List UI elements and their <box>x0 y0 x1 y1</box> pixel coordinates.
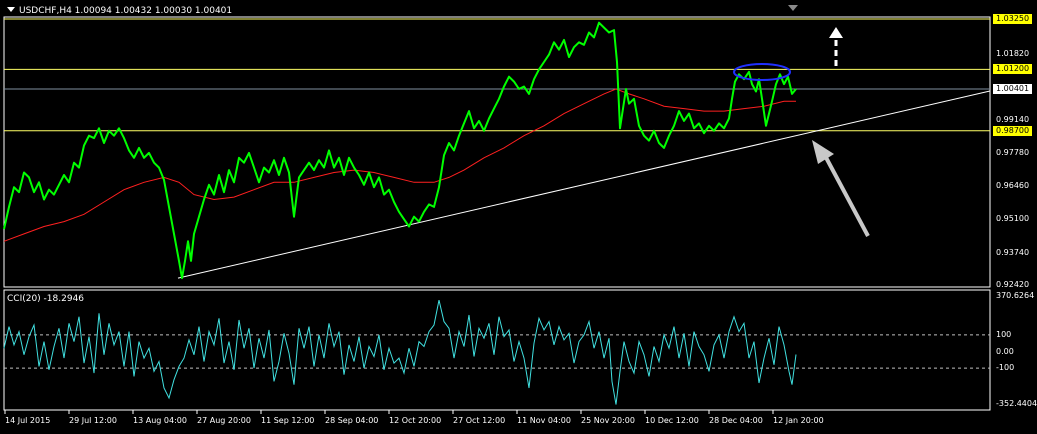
cci-axis-label: -100 <box>996 363 1015 373</box>
price-axis-label: 0.99140 <box>996 114 1030 124</box>
chart-title: USDCHF,H4 1.00094 1.00432 1.00030 1.0040… <box>7 6 232 16</box>
time-axis-label: 11 Sep 12:00 <box>261 416 315 425</box>
time-axis-label: 27 Aug 20:00 <box>197 416 251 425</box>
price-axis-label: 1.03250 <box>993 14 1033 24</box>
time-axis-label: 12 Jan 20:00 <box>773 416 824 425</box>
time-axis-label: 13 Aug 04:00 <box>133 416 187 425</box>
price-axis-label: 0.95100 <box>996 214 1030 224</box>
time-axis-label: 12 Oct 20:00 <box>389 416 442 425</box>
time-axis-label: 28 Sep 04:00 <box>325 416 379 425</box>
highlight-ellipse <box>733 63 791 81</box>
time-axis-label: 29 Jul 12:00 <box>69 416 117 425</box>
time-axis-label: 25 Nov 20:00 <box>581 416 635 425</box>
price-axis-label: 1.01820 <box>996 49 1030 59</box>
cci-axis-label: 370.6264 <box>996 291 1035 300</box>
main-pane-frame <box>3 16 991 288</box>
price-axis-label: 0.93740 <box>996 247 1030 257</box>
price-line <box>3 21 797 280</box>
dashed-up-arrow-head <box>829 27 843 38</box>
cci-axis-label: 0.00 <box>996 346 1014 356</box>
time-axis-label: 14 Jul 2015 <box>5 416 51 425</box>
menu-triangle-icon[interactable] <box>7 7 15 12</box>
price-axis-label: 0.97780 <box>996 148 1030 158</box>
ma-line <box>3 88 796 242</box>
time-axis-label: 28 Dec 04:00 <box>709 416 763 425</box>
time-axis-label: 27 Oct 12:00 <box>453 416 506 425</box>
grey-arrow-shaft <box>820 149 870 237</box>
price-axis-label: 0.96460 <box>996 180 1030 190</box>
indicator-title: CCI(20) -18.2946 <box>7 294 85 304</box>
cci-axis-label: -352.4404 <box>996 399 1037 408</box>
price-axis-label: 1.01200 <box>993 64 1033 75</box>
cci-line <box>3 299 797 405</box>
indicator-pane-frame <box>3 289 991 411</box>
price-chart-canvas <box>3 5 991 414</box>
symbol-line: USDCHF,H4 1.00094 1.00432 1.00030 1.0040… <box>19 6 233 16</box>
price-axis-label: 0.98700 <box>993 125 1033 136</box>
chart-shift-marker-icon <box>788 5 798 11</box>
time-axis-label: 11 Nov 04:00 <box>517 416 571 425</box>
grey-arrow-head <box>812 140 834 164</box>
price-axis-label: 0.92420 <box>996 280 1030 289</box>
cci-axis-label: 100 <box>996 329 1012 339</box>
trend-line <box>177 90 991 279</box>
price-axis-label: 1.00401 <box>993 83 1033 94</box>
time-axis-label: 10 Dec 12:00 <box>645 416 699 425</box>
